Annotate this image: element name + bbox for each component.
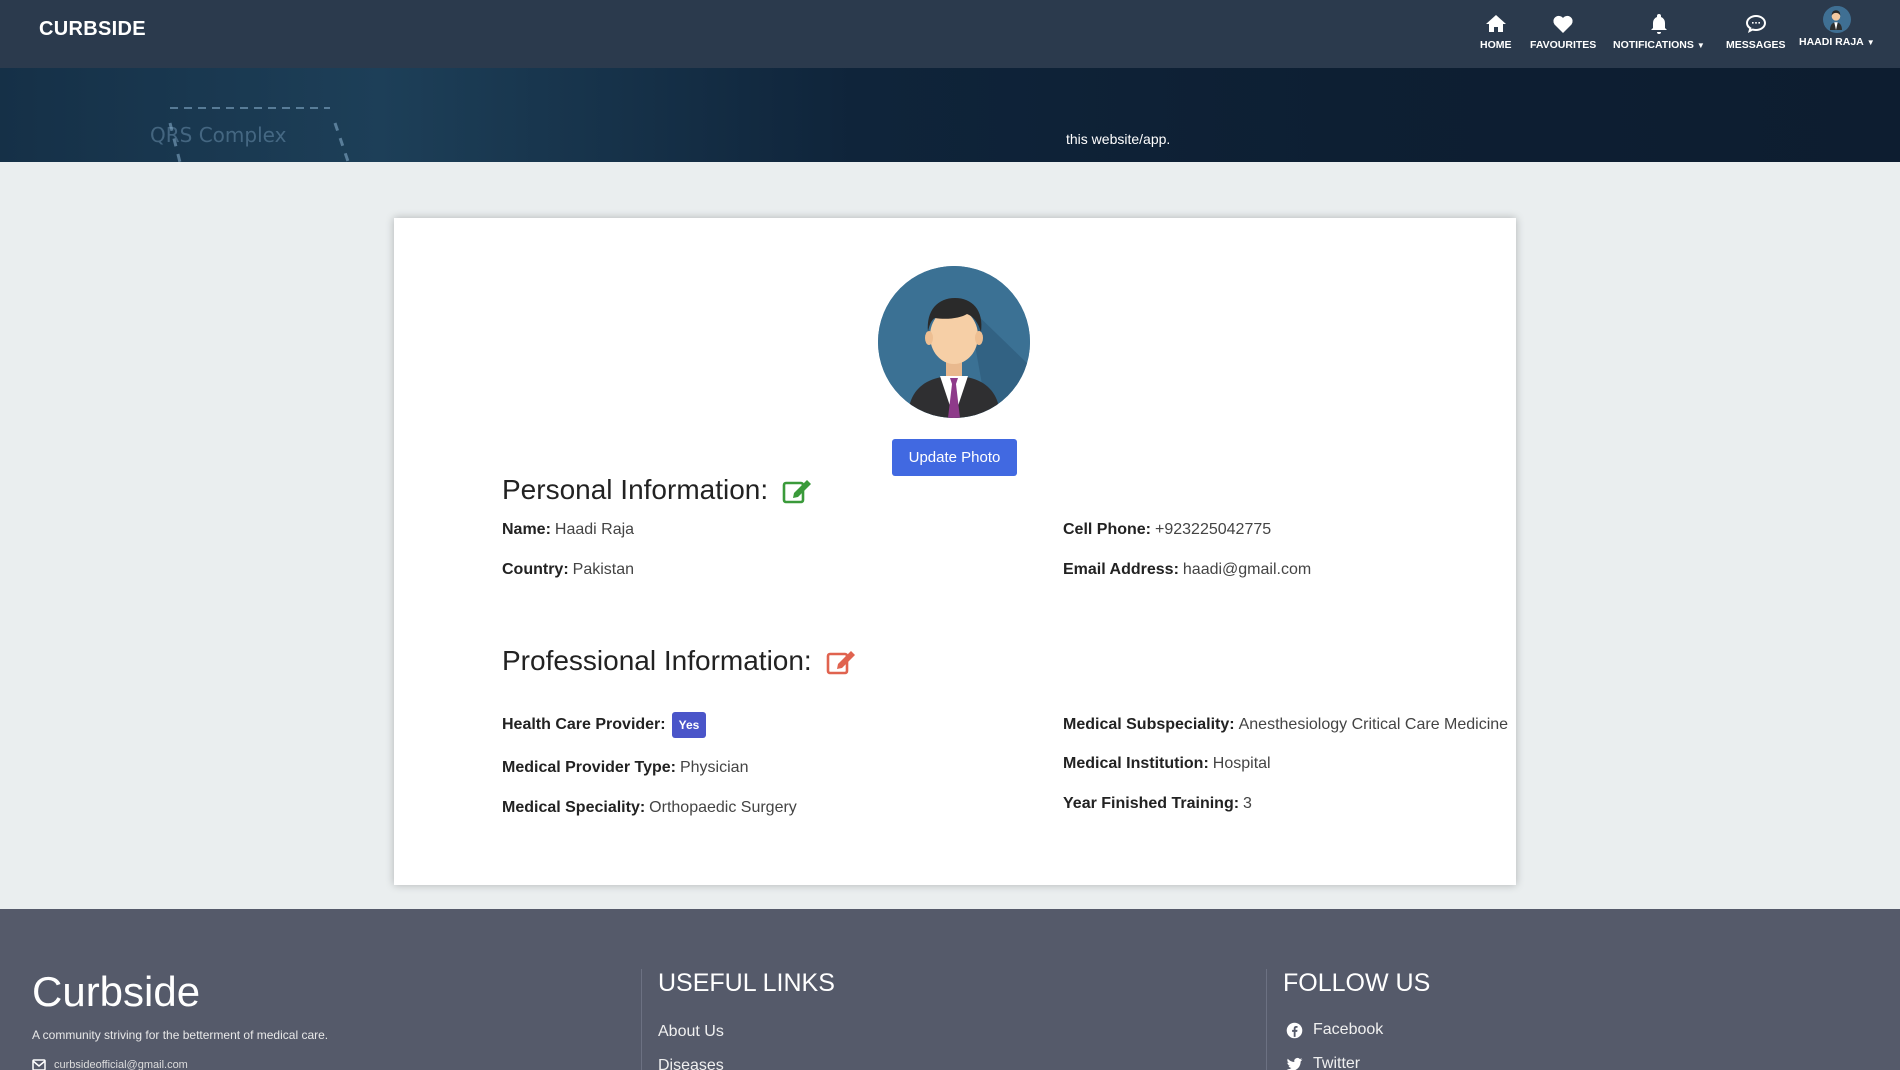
edit-icon[interactable]: [782, 476, 812, 504]
subspeciality-value: Anesthesiology Critical Care Medicine: [1238, 716, 1509, 733]
nav-home-label: HOME: [1480, 39, 1512, 51]
user-avatar-icon: [878, 266, 1030, 418]
footer-link-twitter[interactable]: Twitter: [1286, 1055, 1360, 1070]
speciality-field: Medical Speciality: Orthopaedic Surgery: [502, 799, 797, 817]
country-field: Country: Pakistan: [502, 561, 634, 579]
twitter-label: Twitter: [1313, 1055, 1361, 1070]
country-label: Country:: [502, 561, 569, 578]
nav-messages-label: MESSAGES: [1726, 39, 1786, 51]
user-avatar-icon: [1823, 6, 1848, 30]
caret-down-icon: ▼: [1866, 38, 1875, 47]
facebook-label: Facebook: [1313, 1021, 1384, 1038]
edit-icon[interactable]: [826, 647, 856, 675]
caret-down-icon: ▼: [1696, 41, 1705, 50]
nav-notifications[interactable]: NOTIFICATIONS ▼: [1613, 12, 1705, 54]
follow-us-title: FOLLOW US: [1283, 969, 1431, 997]
profile-avatar: [878, 266, 1030, 418]
phone-label: Cell Phone:: [1063, 521, 1152, 538]
email-field: Email Address: haadi@gmail.com: [1063, 561, 1311, 579]
chat-bubble-icon: [1745, 15, 1766, 33]
personal-info-title: Personal Information:: [502, 474, 769, 505]
home-icon: [1485, 15, 1506, 32]
footer: Curbside A community striving for the be…: [0, 909, 1900, 1070]
footer-email[interactable]: curbsideofficial@gmail.com: [32, 1058, 188, 1070]
profile-card: Update Photo Personal Information: Name:…: [394, 218, 1516, 885]
nav-home[interactable]: HOME: [1480, 12, 1512, 54]
provider-type-value: Physician: [679, 759, 749, 776]
nav-messages[interactable]: MESSAGES: [1726, 12, 1786, 54]
bell-icon: [1650, 14, 1667, 34]
institution-value: Hospital: [1212, 755, 1271, 772]
hcp-badge: Yes: [671, 712, 707, 738]
nav-notifications-label: NOTIFICATIONS: [1613, 39, 1694, 51]
professional-info-title: Professional Information:: [502, 645, 812, 676]
nav-user-menu[interactable]: HAADI RAJA ▼: [1799, 6, 1875, 48]
nav-favourites-label: FAVOURITES: [1530, 39, 1597, 51]
name-value: Haadi Raja: [554, 521, 635, 538]
phone-field: Cell Phone: +923225042775: [1063, 521, 1271, 539]
footer-email-text: curbsideofficial@gmail.com: [54, 1059, 188, 1070]
email-value: haadi@gmail.com: [1182, 561, 1312, 578]
year-training-field: Year Finished Training: 3: [1063, 795, 1252, 813]
provider-type-label: Medical Provider Type:: [502, 759, 676, 776]
update-photo-button[interactable]: Update Photo: [892, 439, 1017, 476]
name-field: Name: Haadi Raja: [502, 521, 634, 539]
footer-divider: [641, 969, 642, 1070]
professional-info-heading: Professional Information:: [502, 645, 856, 677]
footer-link-facebook[interactable]: Facebook: [1286, 1021, 1383, 1039]
institution-field: Medical Institution: Hospital: [1063, 755, 1271, 773]
personal-info-heading: Personal Information:: [502, 474, 812, 506]
hero-text: this website/app.: [1066, 131, 1171, 147]
brand-logo[interactable]: CURBSIDE: [39, 18, 146, 41]
email-label: Email Address:: [1063, 561, 1179, 578]
facebook-icon: [1286, 1022, 1303, 1038]
ecg-grid-decoration: [168, 107, 350, 162]
footer-tagline: A community striving for the betterment …: [32, 1028, 329, 1042]
footer-divider: [1266, 969, 1267, 1070]
subspeciality-field: Medical Subspeciality: Anesthesiology Cr…: [1063, 716, 1508, 734]
useful-links-title: USEFUL LINKS: [658, 969, 835, 997]
country-value: Pakistan: [572, 561, 635, 578]
top-navbar: CURBSIDE HOME FAVOURITES NOTIFICATIONS ▼ …: [0, 0, 1900, 68]
footer-link-diseases[interactable]: Diseases: [658, 1057, 724, 1070]
phone-value: +923225042775: [1155, 521, 1272, 538]
health-care-provider-field: Health Care Provider: Yes: [502, 712, 707, 738]
hero-banner: QRS Complex R this website/app.: [0, 68, 1900, 162]
footer-link-about-us[interactable]: About Us: [658, 1023, 724, 1041]
twitter-icon: [1286, 1057, 1303, 1070]
provider-type-field: Medical Provider Type: Physician: [502, 759, 748, 777]
hcp-label: Health Care Provider:: [502, 716, 666, 733]
mail-icon: [32, 1059, 46, 1070]
speciality-label: Medical Speciality:: [502, 799, 646, 816]
nav-favourites[interactable]: FAVOURITES: [1530, 12, 1596, 54]
user-avatar: [1822, 6, 1851, 33]
subspeciality-label: Medical Subspeciality:: [1063, 716, 1235, 733]
year-value: 3: [1243, 795, 1252, 812]
year-label: Year Finished Training:: [1063, 795, 1240, 812]
footer-brand: Curbside: [32, 968, 201, 1015]
name-label: Name:: [502, 521, 551, 538]
institution-label: Medical Institution:: [1063, 755, 1209, 772]
speciality-value: Orthopaedic Surgery: [649, 799, 797, 816]
nav-user-label: HAADI RAJA: [1799, 36, 1864, 48]
heart-icon: [1553, 15, 1573, 34]
